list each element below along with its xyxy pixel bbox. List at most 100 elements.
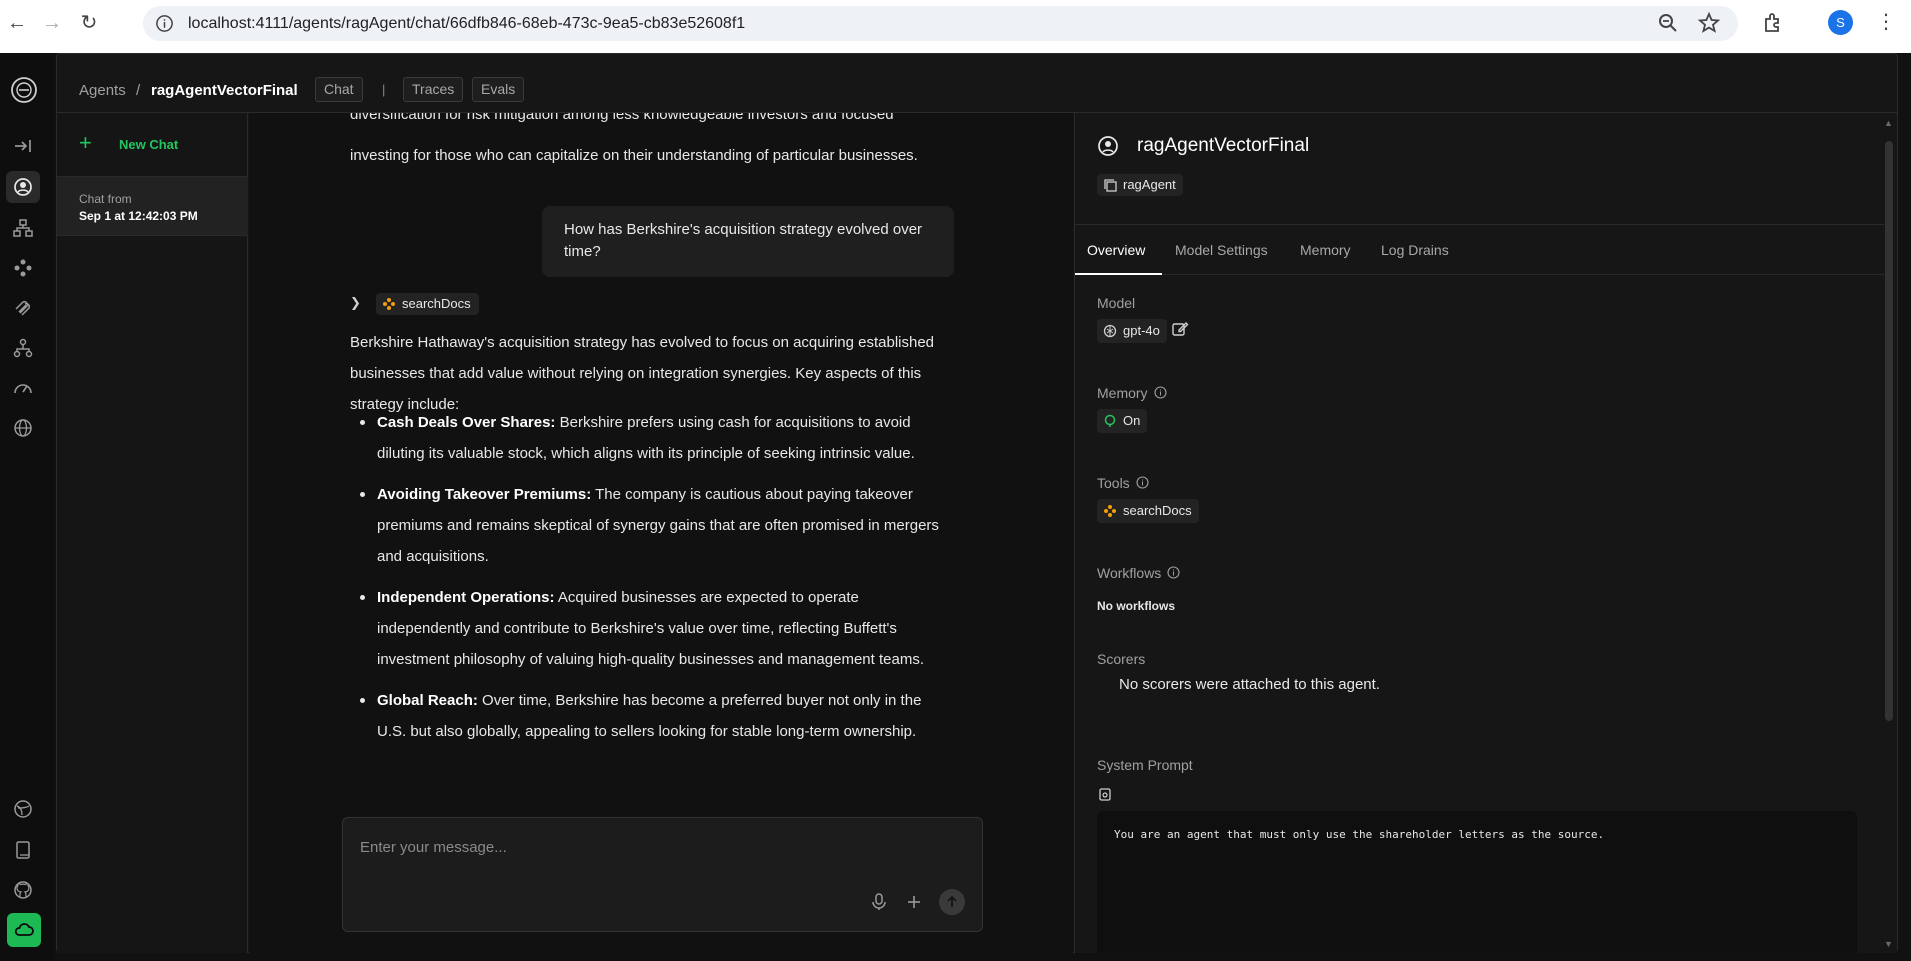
tools-section-label: Tools [1097, 475, 1149, 491]
cloud-deploy-button[interactable] [7, 913, 41, 947]
model-badge: gpt-4o [1097, 319, 1167, 343]
tab-divider: | [382, 82, 386, 97]
chat-threads-sidebar: + New Chat Chat from Sep 1 at 12:42:03 P… [57, 113, 248, 953]
tab-model-settings[interactable]: Model Settings [1175, 242, 1268, 258]
new-chat-label: New Chat [119, 137, 179, 152]
model-name: gpt-4o [1123, 323, 1160, 338]
site-info-icon[interactable] [155, 14, 174, 33]
system-prompt-box: You are an agent that must only use the … [1097, 811, 1857, 953]
profile-avatar[interactable]: S [1828, 10, 1853, 35]
list-item: Cash Deals Over Shares: Berkshire prefer… [354, 407, 954, 469]
networks-nav-icon[interactable] [12, 217, 34, 239]
back-icon[interactable]: ← [4, 10, 30, 36]
tool-call-name: searchDocs [402, 296, 471, 311]
tools-nav-icon[interactable] [12, 257, 34, 279]
docs-book-icon[interactable] [12, 839, 34, 861]
agent-header: Agents / ragAgentVectorFinal Chat | Trac… [57, 54, 1897, 113]
chat-thread-date: Sep 1 at 12:42:03 PM [79, 209, 198, 223]
copy-icon[interactable] [1103, 178, 1118, 193]
bullet-title: Avoiding Takeover Premiums: [377, 486, 592, 503]
tab-traces[interactable]: Traces [403, 77, 464, 102]
agent-info-panel: ragAgentVectorFinal ragAgent Overview Mo… [1074, 113, 1897, 953]
tool-call-badge[interactable]: searchDocs [376, 293, 479, 315]
no-workflows-text: No workflows [1097, 599, 1176, 613]
send-button[interactable] [939, 889, 965, 915]
agents-nav-icon[interactable] [12, 176, 34, 198]
memory-label-text: Memory [1097, 385, 1148, 401]
browser-toolbar: ← → ↻ localhost:4111/agents/ragAgent/cha… [0, 0, 1911, 53]
memory-status-badge: On [1097, 409, 1148, 433]
tool-badge[interactable]: searchDocs [1097, 499, 1199, 523]
bookmark-star-icon[interactable] [1697, 11, 1721, 35]
list-item: Avoiding Takeover Premiums: The company … [354, 479, 954, 572]
partial-line-1: diversification for risk mitigation amon… [350, 113, 894, 123]
agent-avatar-icon [1098, 136, 1118, 156]
plus-icon: + [79, 130, 92, 155]
user-message-text: How has Berkshire's acquisition strategy… [564, 221, 923, 260]
runtime-context-nav-icon[interactable] [12, 417, 34, 439]
no-scorers-text: No scorers were attached to this agent. [1119, 676, 1380, 693]
app-root: Agents / ragAgentVectorFinal Chat | Trac… [0, 53, 1911, 961]
memory-section-label: Memory [1097, 385, 1167, 401]
info-icon[interactable] [1136, 476, 1149, 489]
list-item: Global Reach: Over time, Berkshire has b… [354, 685, 954, 747]
workflows-section-label: Workflows [1097, 565, 1180, 581]
chat-thread-item[interactable]: Chat from Sep 1 at 12:42:03 PM [57, 176, 248, 236]
tab-evals[interactable]: Evals [472, 77, 525, 102]
breadcrumb-separator: / [136, 82, 141, 99]
panel-scroll-up-arrow[interactable]: ▲ [1884, 118, 1893, 128]
system-prompt-label: System Prompt [1097, 757, 1193, 773]
tools-label-text: Tools [1097, 475, 1130, 491]
tab-memory[interactable]: Memory [1300, 242, 1351, 258]
icon-rail [0, 53, 55, 961]
attach-plus-icon[interactable] [904, 892, 924, 912]
memory-status-text: On [1123, 413, 1141, 428]
scorers-nav-icon[interactable] [12, 377, 34, 399]
templates-icon[interactable] [12, 798, 34, 820]
collapse-sidebar-icon[interactable] [12, 135, 34, 157]
tool-icon [1104, 505, 1116, 517]
model-section-label: Model [1097, 295, 1136, 311]
forward-icon[interactable]: → [39, 10, 65, 36]
message-composer [342, 817, 983, 932]
main-frame: Agents / ragAgentVectorFinal Chat | Trac… [56, 53, 1898, 953]
panel-scrollbar-thumb[interactable] [1885, 141, 1893, 721]
mcp-nav-icon[interactable] [12, 297, 34, 319]
reload-icon[interactable]: ↻ [76, 10, 102, 36]
extensions-icon[interactable] [1761, 11, 1785, 35]
workflows-nav-icon[interactable] [12, 337, 34, 359]
mastra-logo-icon[interactable] [10, 76, 38, 104]
agent-title: ragAgentVectorFinal [1137, 135, 1310, 156]
list-item: Independent Operations: Acquired busines… [354, 582, 954, 675]
user-message-bubble: How has Berkshire's acquisition strategy… [542, 206, 954, 277]
zoom-icon[interactable] [1656, 11, 1680, 35]
panel-scroll-down-arrow[interactable]: ▼ [1884, 939, 1893, 949]
copy-prompt-icon[interactable] [1097, 786, 1113, 802]
browser-menu-icon[interactable]: ⋮ [1876, 11, 1896, 33]
openai-icon [1103, 324, 1117, 338]
chevron-right-icon[interactable]: ❯ [350, 295, 361, 311]
agent-id-badge[interactable]: ragAgent [1097, 174, 1183, 196]
agent-id-text: ragAgent [1123, 177, 1176, 192]
chat-thread-title: Chat from [79, 192, 132, 206]
breadcrumb-agents-link[interactable]: Agents [79, 82, 126, 99]
tab-chat[interactable]: Chat [315, 77, 363, 102]
edit-model-icon[interactable] [1171, 320, 1189, 338]
cloud-icon [14, 923, 34, 936]
address-bar[interactable]: localhost:4111/agents/ragAgent/chat/66df… [143, 6, 1738, 41]
assistant-message-partial: diversification for risk mitigation amon… [350, 113, 955, 140]
info-icon[interactable] [1154, 386, 1167, 399]
bullet-title: Global Reach: [377, 692, 478, 709]
tool-badge-name: searchDocs [1123, 503, 1192, 518]
message-input[interactable] [360, 835, 960, 859]
url-text[interactable]: localhost:4111/agents/ragAgent/chat/66df… [188, 15, 745, 33]
workflows-label-text: Workflows [1097, 565, 1162, 581]
tab-overview[interactable]: Overview [1087, 242, 1145, 258]
arrow-up-icon [947, 895, 957, 907]
agents-nav-active[interactable] [6, 171, 40, 203]
breadcrumb-agent-name: ragAgentVectorFinal [151, 82, 298, 99]
microphone-icon[interactable] [869, 892, 889, 912]
github-icon[interactable] [12, 879, 34, 901]
tab-log-drains[interactable]: Log Drains [1381, 242, 1449, 258]
info-icon[interactable] [1167, 566, 1180, 579]
